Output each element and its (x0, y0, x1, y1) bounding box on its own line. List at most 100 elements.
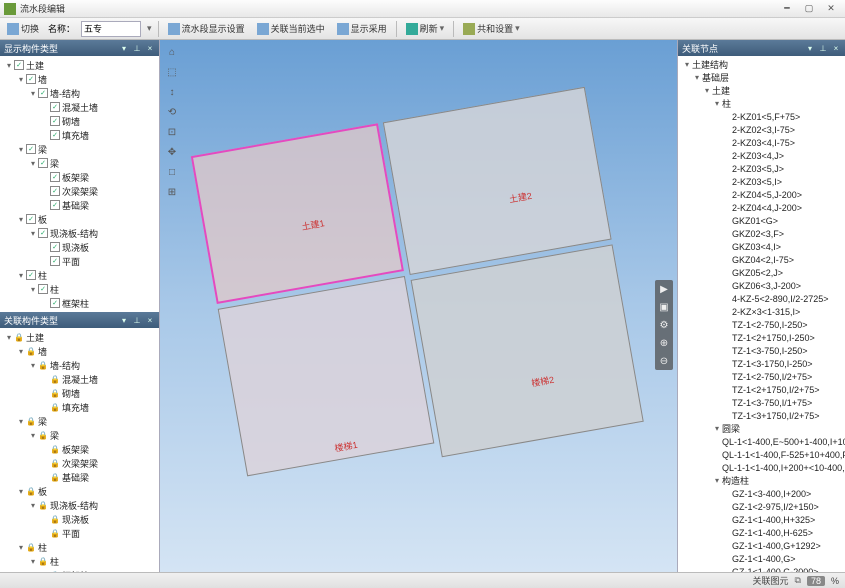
assoc-node[interactable]: GKZ02<3,F> (678, 227, 845, 240)
viewport-tool-icon[interactable]: ↕ (164, 84, 180, 100)
tree-node[interactable]: ▾✓墙 (0, 72, 159, 86)
tree-node[interactable]: ▾✓梁 (0, 142, 159, 156)
checkbox[interactable]: ✓ (50, 186, 60, 196)
expand-icon[interactable]: ▾ (702, 86, 712, 95)
panel-drop-icon[interactable]: ▾ (805, 43, 815, 53)
expand-icon[interactable]: ▾ (16, 215, 26, 224)
viewport-tool-icon[interactable]: ⬚ (164, 64, 180, 80)
expand-icon[interactable]: ▾ (692, 73, 702, 82)
display-adopt-button[interactable]: 显示采用 (334, 20, 390, 38)
tree-node[interactable]: ▾🔒墙 (0, 344, 159, 358)
checkbox[interactable]: ✓ (14, 60, 24, 70)
zoom-value[interactable]: 78 (807, 576, 825, 586)
tree-node[interactable]: ▾✓土建 (0, 58, 159, 72)
tree-node[interactable]: ✓填充墙 (0, 128, 159, 142)
assoc-node[interactable]: QL-1<1-400,E~500+1-400,I+100> (678, 435, 845, 448)
panel-pin-icon[interactable]: ⊥ (132, 315, 142, 325)
name-select[interactable] (81, 21, 141, 37)
tree-node[interactable]: ✓平面 (0, 254, 159, 268)
assoc-node[interactable]: TZ-1<3-1750,I-250> (678, 357, 845, 370)
display-settings-button[interactable]: 流水段显示设置 (165, 20, 248, 38)
slab-2[interactable]: 土建2 (382, 87, 611, 275)
panel-pin-icon[interactable]: ⊥ (818, 43, 828, 53)
expand-icon[interactable]: ▾ (16, 271, 26, 280)
assoc-node-tree[interactable]: ▾土建结构▾基础层▾土建▾柱2-KZ01<5,F+75>2-KZ02<3,I-7… (678, 56, 845, 572)
expand-icon[interactable]: ▾ (16, 75, 26, 84)
viewport-tool-icon[interactable]: ▶ (655, 280, 673, 298)
assoc-node[interactable]: GKZ04<2,I-75> (678, 253, 845, 266)
tree-node[interactable]: ▾🔒土建 (0, 330, 159, 344)
panel-drop-icon[interactable]: ▾ (119, 315, 129, 325)
checkbox[interactable]: ✓ (38, 284, 48, 294)
tree-node[interactable]: ▾🔒板 (0, 484, 159, 498)
panel-close-icon[interactable]: × (145, 315, 155, 325)
checkbox[interactable]: ✓ (50, 102, 60, 112)
expand-icon[interactable]: ▾ (16, 417, 26, 426)
assoc-node[interactable]: 2-KZ04<4,J-200> (678, 201, 845, 214)
tree-node[interactable]: ✓基础梁 (0, 198, 159, 212)
expand-icon[interactable]: ▾ (28, 89, 38, 98)
assoc-node[interactable]: ▾基础层 (678, 71, 845, 84)
assoc-node[interactable]: GKZ06<3,J-200> (678, 279, 845, 292)
refresh-button[interactable]: 刷新▾ (403, 20, 448, 38)
tree-node[interactable]: 🔒基础梁 (0, 470, 159, 484)
viewport-tool-icon[interactable]: ⟲ (164, 104, 180, 120)
expand-icon[interactable]: ▾ (4, 333, 14, 342)
assoc-node[interactable]: GKZ05<2,J> (678, 266, 845, 279)
tree-node[interactable]: ▾🔒柱 (0, 554, 159, 568)
tree-node[interactable]: ✓混凝土墙 (0, 100, 159, 114)
assoc-node[interactable]: GZ-1<1-400,H+325> (678, 513, 845, 526)
maximize-icon[interactable]: ▢ (799, 2, 819, 16)
assoc-node[interactable]: GZ-1<3-400,I+200> (678, 487, 845, 500)
tree-node[interactable]: ✓框架柱 (0, 296, 159, 310)
expand-icon[interactable]: ▾ (712, 424, 722, 433)
assoc-node[interactable]: QL-1-1<1-400,I+200+<10-400,I+200> (678, 461, 845, 474)
assoc-node[interactable]: 2-KZ03<5,I> (678, 175, 845, 188)
tree-setting-button[interactable]: 共和设置▾ (460, 20, 523, 38)
assoc-node[interactable]: 2-KZ03<5,J> (678, 162, 845, 175)
tree-node[interactable]: ▾✓现浇板-结构 (0, 226, 159, 240)
tree-node[interactable]: 🔒板架梁 (0, 442, 159, 456)
tree-node[interactable]: ✓次梁架梁 (0, 184, 159, 198)
tree-node[interactable]: ▾🔒柱 (0, 540, 159, 554)
checkbox[interactable]: ✓ (26, 270, 36, 280)
assoc-node[interactable]: ▾土建结构 (678, 58, 845, 71)
close-icon[interactable]: ✕ (821, 2, 841, 16)
tree-node[interactable]: 🔒砌墙 (0, 386, 159, 400)
expand-icon[interactable]: ▾ (28, 557, 38, 566)
checkbox[interactable]: ✓ (26, 74, 36, 84)
assoc-node[interactable]: GZ-1<1-400,G+1292> (678, 539, 845, 552)
tree-node[interactable]: ▾✓梁 (0, 156, 159, 170)
assoc-node[interactable]: ▾柱 (678, 97, 845, 110)
tree-node[interactable]: ▾✓墙-结构 (0, 86, 159, 100)
panel-drop-icon[interactable]: ▾ (119, 43, 129, 53)
viewport-tool-icon[interactable]: ⊕ (655, 334, 673, 352)
tree-node[interactable]: 🔒次梁架梁 (0, 456, 159, 470)
viewport-tool-icon[interactable]: ⊞ (164, 184, 180, 200)
slab-1[interactable]: 土建1 (190, 123, 403, 304)
assoc-node[interactable]: 2-KZ01<5,F+75> (678, 110, 845, 123)
slab-4[interactable]: 楼梯2 (410, 244, 643, 457)
expand-icon[interactable]: ▾ (28, 431, 38, 440)
checkbox[interactable]: ✓ (50, 200, 60, 210)
assoc-node[interactable]: 2-KZ04<5,J-200> (678, 188, 845, 201)
checkbox[interactable]: ✓ (38, 228, 48, 238)
assoc-node[interactable]: 2-KZ03<4,I-75> (678, 136, 845, 149)
assoc-node[interactable]: GKZ01<G> (678, 214, 845, 227)
assoc-node[interactable]: 4-KZ-5<2-890,I/2-2725> (678, 292, 845, 305)
panel-close-icon[interactable]: × (145, 43, 155, 53)
tree-node[interactable]: ▾✓板 (0, 212, 159, 226)
checkbox[interactable]: ✓ (38, 88, 48, 98)
checkbox[interactable]: ✓ (26, 214, 36, 224)
viewport[interactable]: ⌂⬚↕⟲⊡✥□⊞ 土建1 土建2 楼梯1 楼梯2 ▶▣⚙⊕⊖ (160, 40, 677, 572)
tree-node[interactable]: ▾🔒墙-结构 (0, 358, 159, 372)
switch-button[interactable]: 切换 (4, 20, 42, 38)
assoc-node[interactable]: ▾圆梁 (678, 422, 845, 435)
checkbox[interactable]: ✓ (26, 144, 36, 154)
expand-icon[interactable]: ▾ (28, 159, 38, 168)
expand-icon[interactable]: ▾ (28, 501, 38, 510)
checkbox[interactable]: ✓ (50, 298, 60, 308)
panel-close-icon[interactable]: × (831, 43, 841, 53)
status-assoc[interactable]: 关联图元 (753, 574, 789, 587)
expand-icon[interactable]: ▾ (28, 229, 38, 238)
